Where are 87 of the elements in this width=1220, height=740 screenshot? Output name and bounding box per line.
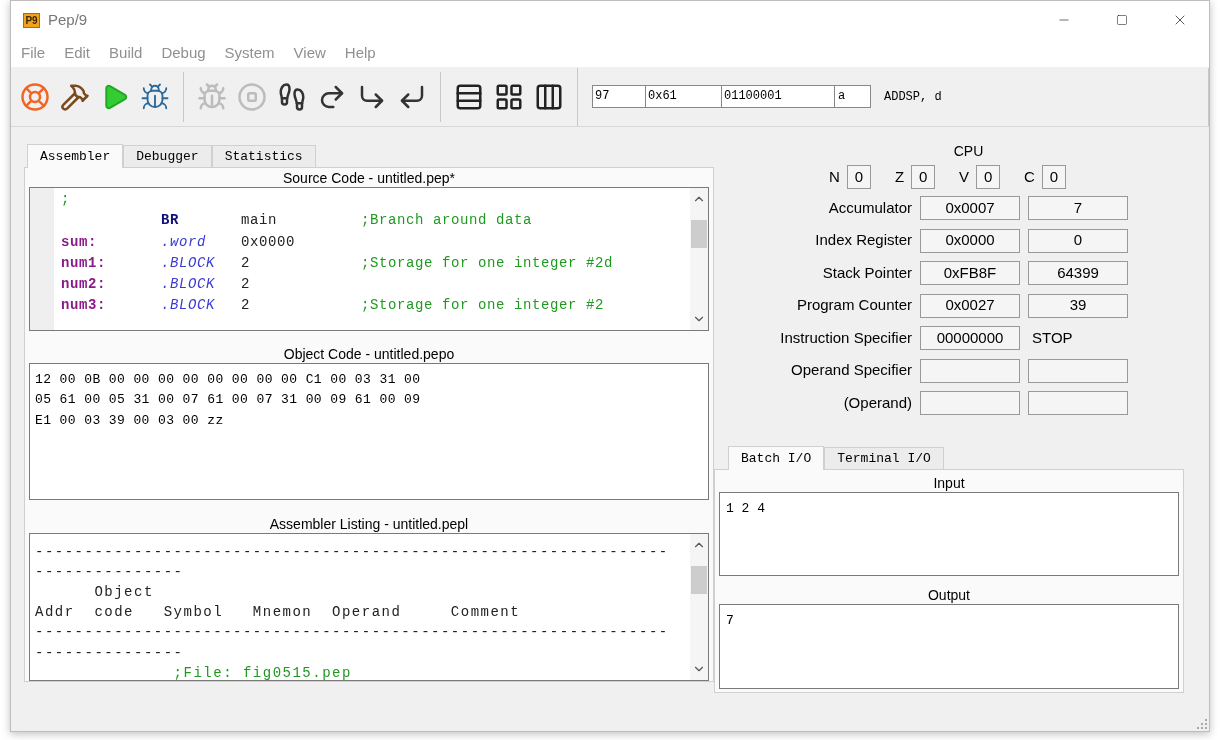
tab[interactable]: Batch I/O xyxy=(728,446,825,470)
symbol: sum: xyxy=(61,232,97,252)
window-title: Pep/9 xyxy=(48,9,88,30)
register-decimal: 39 xyxy=(1028,293,1128,318)
comment: ;Storage for one integer #2d xyxy=(361,253,614,273)
operand: 2 xyxy=(241,275,250,295)
input-field[interactable]: 1 2 4 xyxy=(719,492,1179,576)
tab[interactable]: Terminal I/O xyxy=(824,447,944,469)
operand: main xyxy=(241,211,277,231)
register-hex: 0xFB8F xyxy=(920,261,1020,285)
register-label: (Operand) xyxy=(842,392,913,413)
comment: ; xyxy=(61,190,70,209)
operand: 2 xyxy=(241,253,250,273)
lifebuoy-icon xyxy=(20,81,50,112)
object-code-line: E1 00 03 39 00 03 00 zz xyxy=(35,411,225,430)
register-label: Stack Pointer xyxy=(821,262,913,283)
directive: .BLOCK xyxy=(161,275,215,295)
object-code-field[interactable]: 12 00 0B 00 00 00 00 00 00 00 00 C1 00 03 31 00 05 61 00 05 31 00 07 61 00 07 31 00 09 61 00 09 E1 00 03 39 00 03 00 zz xyxy=(29,363,709,501)
section-title: Output xyxy=(928,586,970,604)
listing-line: --------------- xyxy=(35,643,184,663)
app-icon: P9 xyxy=(23,12,40,28)
mnemonic-text: STOP xyxy=(1032,328,1073,348)
decimal-field[interactable]: 97 xyxy=(592,85,646,108)
register-decimal: 64399 xyxy=(1028,261,1128,285)
listing-line: ;File: fig0515.pep xyxy=(172,663,352,680)
symbol: num2: xyxy=(61,275,106,295)
flag-value: 0 xyxy=(911,165,936,189)
object-code-line: 05 61 00 05 31 00 07 61 00 07 31 00 09 61 00 09 xyxy=(35,391,422,410)
flag-value: 0 xyxy=(976,165,1001,189)
maximize-icon xyxy=(1116,14,1128,26)
symbol: num1: xyxy=(61,253,106,273)
listing-line: Object xyxy=(93,582,154,602)
resize-grip-icon[interactable] xyxy=(1197,719,1207,729)
register-label: Instruction Specifier xyxy=(779,327,913,348)
register-label: Accumulator xyxy=(827,197,913,218)
listing-line: Addr code Symbol Mnemon Operand Comment xyxy=(35,603,521,623)
directive: .BLOCK xyxy=(161,253,215,273)
comment: ;Storage for one integer #2 xyxy=(361,296,605,316)
scroll-thumb[interactable] xyxy=(691,565,707,594)
footprints-icon xyxy=(277,81,307,112)
register-decimal: 7 xyxy=(1028,196,1128,220)
mnemonic: BR xyxy=(161,211,179,231)
hex-field[interactable]: 0x61 xyxy=(646,85,722,108)
register-label: Operand Specifier xyxy=(790,360,913,381)
section-title: Input xyxy=(933,474,965,492)
register-label: Index Register xyxy=(814,230,913,251)
flag-label: V xyxy=(959,166,970,187)
object-code-line: 12 00 0B 00 00 00 00 00 00 00 00 C1 00 03 31 00 xyxy=(35,371,422,389)
flag-value: 0 xyxy=(1041,165,1066,189)
flag-label: N xyxy=(829,166,840,187)
register-label: Program Counter xyxy=(795,295,913,316)
flag-label: Z xyxy=(894,166,905,187)
register-hex: 0x0007 xyxy=(920,196,1020,220)
directive: .word xyxy=(161,232,206,252)
flag-label: C xyxy=(1024,166,1035,187)
source-editor[interactable]: ; BR main ;Branch around data sum: .word 0x0000 num1: .BLOCK 2 ;Storage for one integer #2d num2: .BLOCK 2 num3: .BLOCK 2 ;Storage for one integer #2 xyxy=(29,187,709,331)
cpu-title: CPU xyxy=(952,142,985,161)
operand: 0x0000 xyxy=(241,232,295,252)
register-hex: 00000000 xyxy=(920,326,1020,350)
register-decimal: 0 xyxy=(1028,228,1128,253)
tab[interactable]: Assembler xyxy=(27,144,124,168)
comment: ;Branch around data xyxy=(361,211,533,231)
listing-line: --------------- xyxy=(35,562,184,582)
binary-field[interactable]: 01100001 xyxy=(722,85,835,108)
stop-icon xyxy=(237,81,267,112)
directive: .BLOCK xyxy=(161,296,215,316)
character-field[interactable]: a xyxy=(835,85,871,108)
tab[interactable]: Debugger xyxy=(123,145,212,167)
listing-line: ---------------------------------------------------------------- xyxy=(35,542,669,562)
symbol: num3: xyxy=(61,296,106,316)
scrollbar[interactable] xyxy=(690,188,708,330)
operand: 2 xyxy=(241,296,250,316)
listing-line: ---------------------------------------------------------------- xyxy=(35,623,669,643)
section-title: Object Code - untitled.pepo xyxy=(283,345,455,363)
flag-value: 0 xyxy=(846,165,871,189)
section-title: Assembler Listing - untitled.pepl xyxy=(269,514,469,533)
tab[interactable]: Statistics xyxy=(211,145,316,167)
scroll-thumb[interactable] xyxy=(691,220,707,248)
instruction-text: ADDSP, d xyxy=(884,88,942,106)
output-field[interactable]: 7 xyxy=(719,604,1179,689)
bug-icon xyxy=(197,81,227,112)
section-title: Source Code - untitled.pep* xyxy=(283,169,455,187)
scrollbar[interactable] xyxy=(690,533,708,680)
register-hex: 0x0000 xyxy=(920,228,1020,253)
register-hex: 0x0027 xyxy=(920,293,1020,318)
bug-icon xyxy=(140,81,170,112)
listing-field[interactable] xyxy=(29,532,709,681)
